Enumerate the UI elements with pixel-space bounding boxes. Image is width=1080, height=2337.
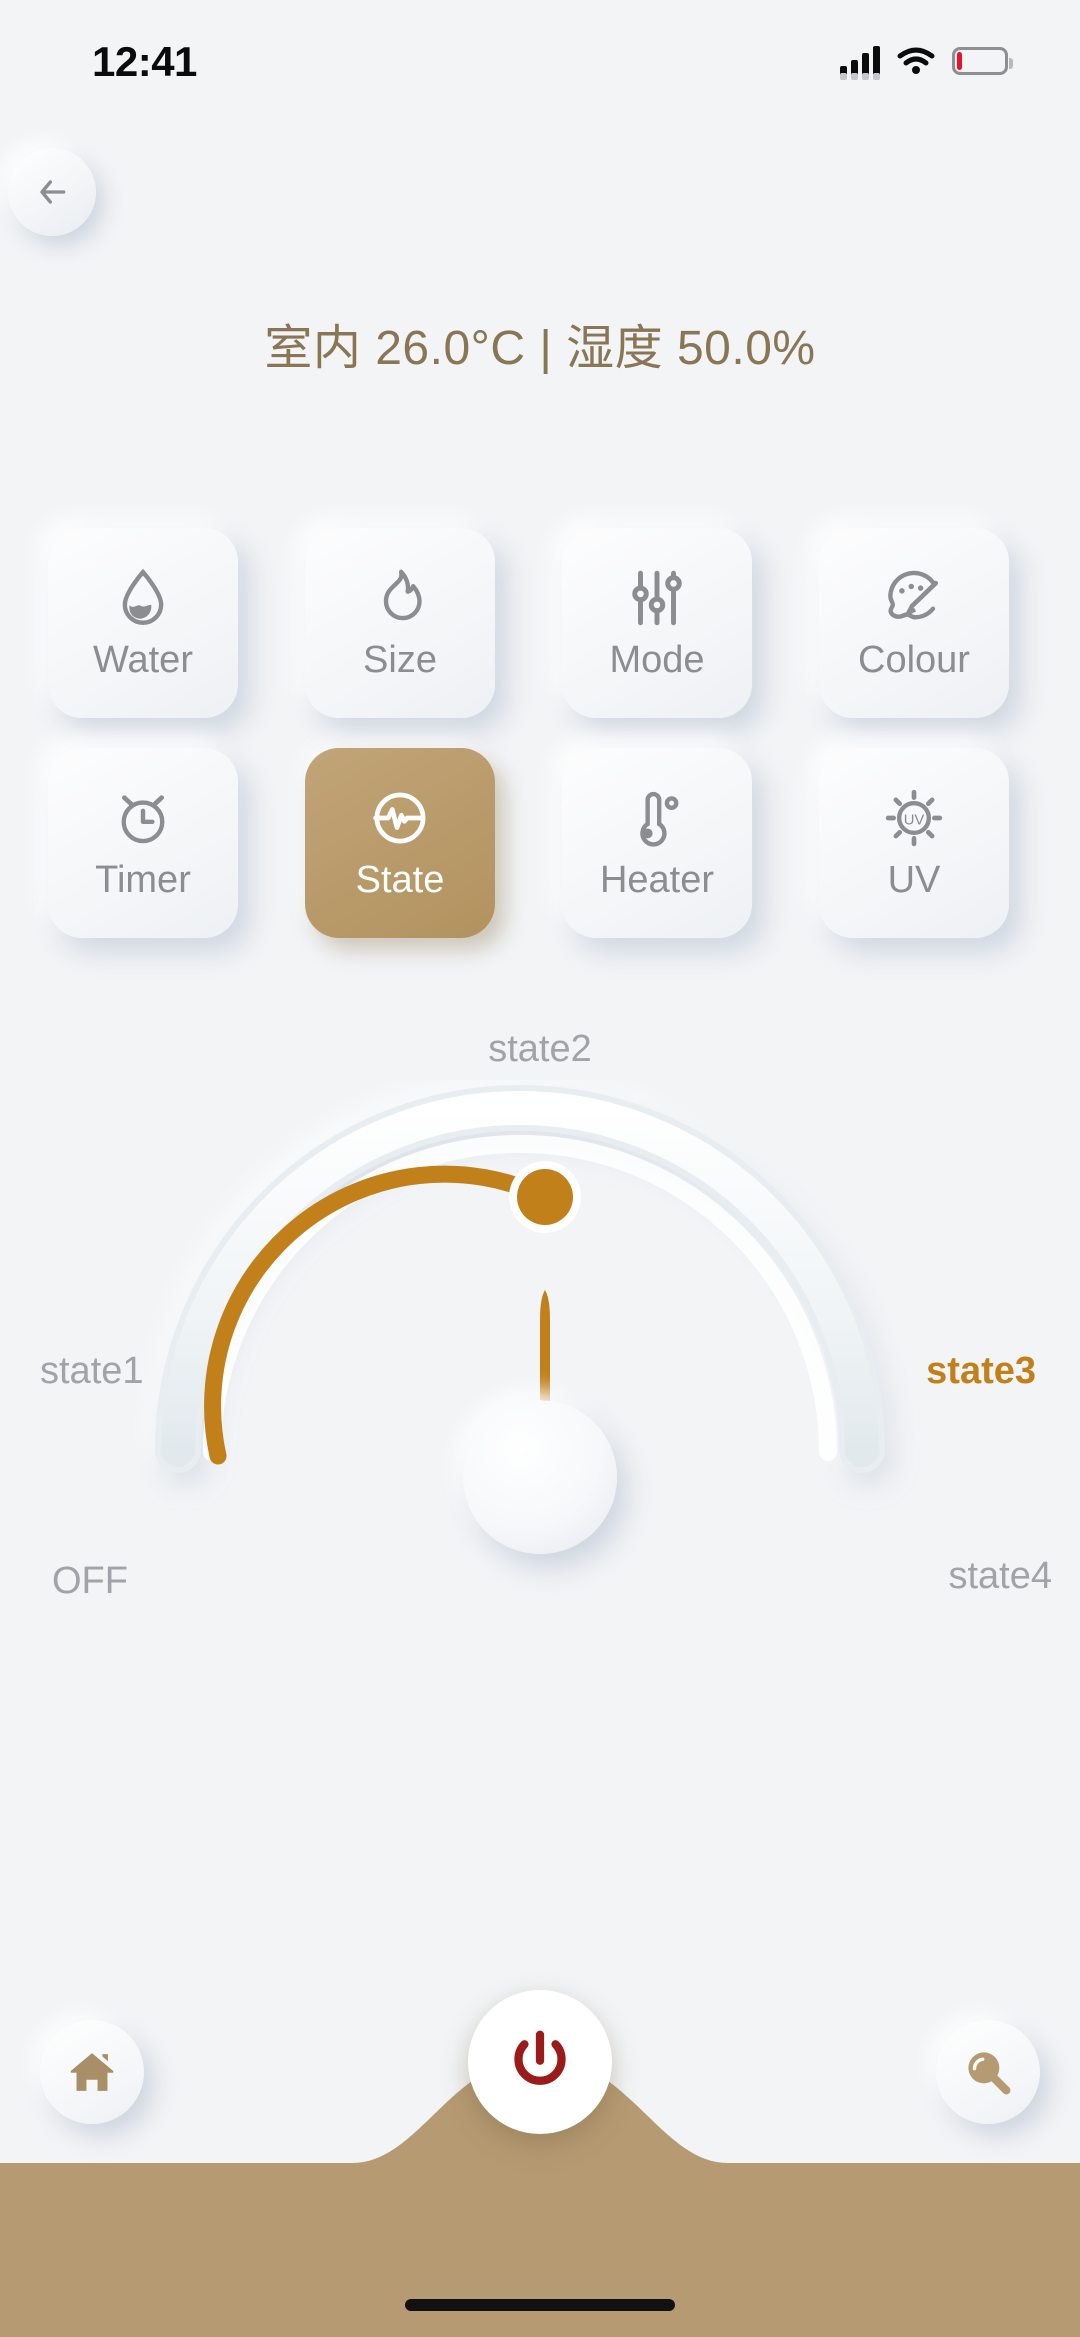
back-button[interactable] (8, 148, 96, 236)
sliders-icon (632, 570, 682, 625)
state-gauge[interactable] (0, 1080, 1080, 1660)
nav-home-button[interactable] (40, 2020, 144, 2124)
tile-colour[interactable]: Colour (819, 528, 1009, 718)
nav-search-button[interactable] (936, 2020, 1040, 2124)
signal-bars-icon (840, 44, 880, 80)
tile-label: Heater (599, 858, 715, 901)
power-button[interactable] (468, 1990, 612, 2134)
battery-low-icon (952, 47, 1013, 75)
status-indicators (840, 44, 1013, 80)
water-drop-icon (122, 568, 164, 625)
tile-label: Size (363, 638, 437, 681)
status-time: 12:41 (92, 38, 197, 85)
status-bar: 12:41 (0, 0, 1080, 110)
tile-mode[interactable]: Mode (562, 528, 752, 718)
app-screen: 12:41 室内 26.0°C | 湿度 50.0% Water Size Mo… (0, 0, 1080, 2337)
control-grid: Water Size Mode Colour Timer State Heate… (48, 528, 1038, 938)
alarm-clock-icon (121, 794, 165, 843)
gauge-label-state3[interactable]: state3 (926, 1350, 1036, 1393)
tile-state[interactable]: State (305, 748, 495, 938)
tile-label: UV (887, 858, 941, 901)
home-icon (70, 2053, 114, 2091)
gauge-label-off[interactable]: OFF (52, 1560, 128, 1603)
search-icon (968, 2052, 1011, 2095)
gauge-label-state2[interactable]: state2 (0, 1028, 1080, 1071)
thermometer-icon (640, 791, 679, 847)
gauge-hub (463, 1400, 617, 1554)
tile-uv[interactable]: UV UV (819, 748, 1009, 938)
tile-label: Colour (858, 638, 970, 681)
gauge-label-state4[interactable]: state4 (948, 1555, 1052, 1598)
flame-icon (383, 569, 422, 620)
gauge-svg (155, 1085, 885, 1485)
palette-icon (888, 570, 939, 619)
gauge-knob (517, 1169, 573, 1225)
pulse-circle-icon (373, 792, 426, 843)
power-icon (514, 2030, 566, 2085)
tile-label: Timer (95, 858, 191, 901)
tile-label: Mode (609, 638, 705, 681)
tile-water[interactable]: Water (48, 528, 238, 718)
uv-sun-icon: UV (885, 789, 943, 846)
tile-timer[interactable]: Timer (48, 748, 238, 938)
tile-size[interactable]: Size (305, 528, 495, 718)
home-indicator (405, 2299, 675, 2311)
tile-heater[interactable]: Heater (562, 748, 752, 938)
tile-label: Water (93, 638, 193, 681)
tile-label: State (355, 858, 445, 901)
environment-readout: 室内 26.0°C | 湿度 50.0% (264, 322, 816, 375)
svg-text:UV: UV (904, 812, 925, 828)
gauge-label-state1[interactable]: state1 (40, 1350, 144, 1393)
wifi-icon (897, 47, 935, 74)
arrow-left-icon (40, 180, 66, 204)
